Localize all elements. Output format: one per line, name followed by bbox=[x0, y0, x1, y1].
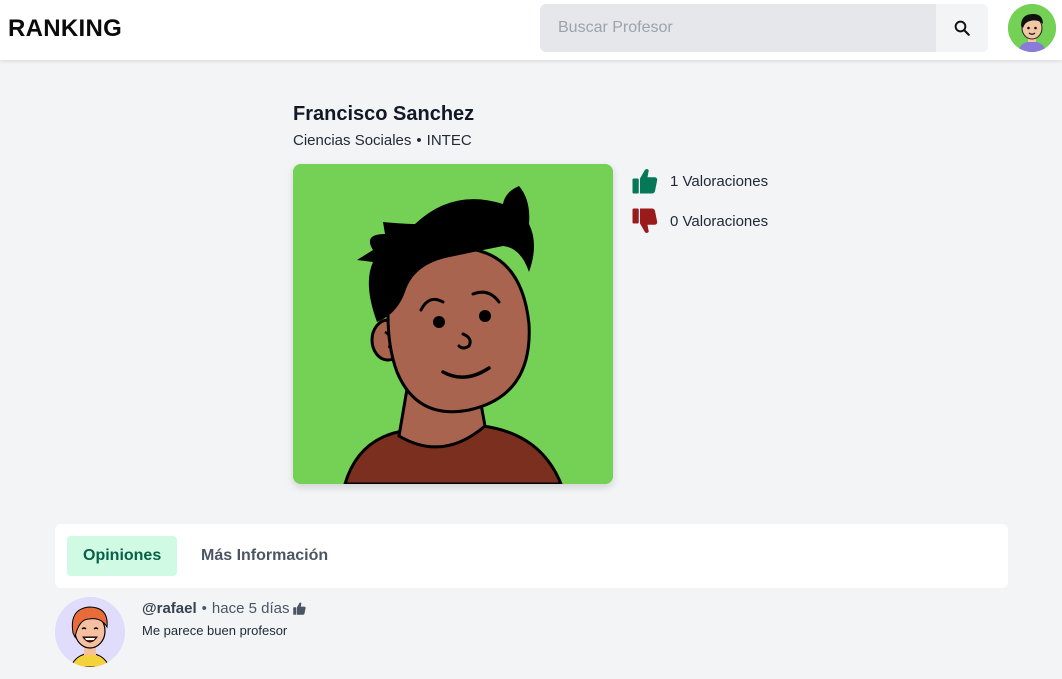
user-avatar[interactable] bbox=[1008, 4, 1056, 52]
professor-name: Francisco Sanchez bbox=[293, 103, 475, 125]
subtitle-separator: • bbox=[416, 132, 422, 149]
search-button[interactable] bbox=[936, 4, 988, 52]
comment-timestamp: hace 5 días bbox=[211, 600, 290, 617]
comment-username[interactable]: @rafael bbox=[142, 600, 197, 617]
commenter-avatar-image bbox=[55, 597, 125, 667]
professor-photo bbox=[293, 164, 613, 484]
top-navbar: RANKING bbox=[0, 0, 1062, 60]
tab-opiniones[interactable]: Opiniones bbox=[67, 536, 178, 576]
comment-avatar[interactable] bbox=[55, 597, 125, 667]
search-bar bbox=[540, 4, 988, 52]
comment-thumbs-up-icon bbox=[293, 602, 307, 615]
comment-header: @rafael • hace 5 días bbox=[142, 600, 307, 617]
search-input[interactable] bbox=[540, 4, 936, 52]
dislike-count: 0 Valoraciones bbox=[670, 212, 769, 230]
comment-text: Me parece buen profesor bbox=[142, 623, 288, 638]
dislike-rating[interactable]: 0 Valoraciones bbox=[630, 206, 768, 236]
thumbs-up-icon bbox=[632, 168, 658, 194]
professor-subtitle: Ciencias Sociales • INTEC bbox=[293, 132, 472, 149]
brand-logo[interactable]: RANKING bbox=[8, 15, 122, 43]
like-rating[interactable]: 1 Valoraciones bbox=[630, 166, 768, 196]
search-icon bbox=[954, 20, 970, 36]
like-count: 1 Valoraciones bbox=[670, 172, 769, 190]
thumbs-down-icon bbox=[632, 208, 658, 234]
tab-mas-informacion[interactable]: Más Información bbox=[185, 536, 344, 576]
user-avatar-image bbox=[1008, 4, 1056, 52]
professor-department: Ciencias Sociales bbox=[293, 132, 412, 149]
comment-separator: • bbox=[201, 600, 207, 617]
professor-avatar-image bbox=[293, 164, 613, 484]
professor-institution: INTEC bbox=[426, 132, 472, 149]
tabs-panel: Opiniones Más Información bbox=[55, 524, 1008, 588]
